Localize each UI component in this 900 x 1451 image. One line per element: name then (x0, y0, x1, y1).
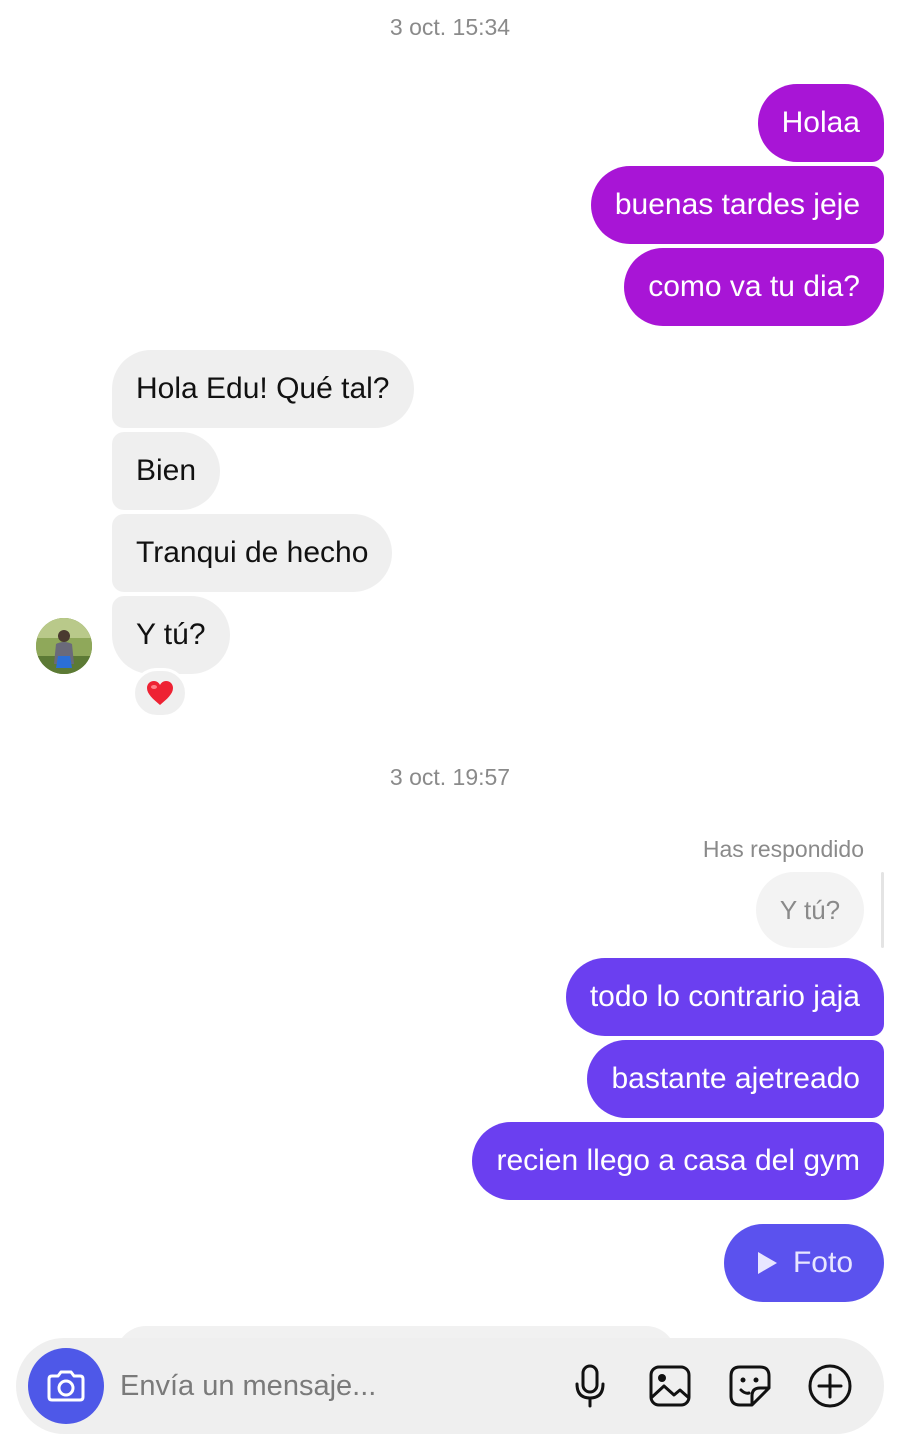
incoming-message[interactable]: Hola Edu! Qué tal? (112, 350, 414, 428)
avatar-image (36, 618, 92, 674)
outgoing-message[interactable]: Holaa (757, 84, 884, 162)
incoming-message[interactable]: Tranqui de hecho (112, 514, 393, 592)
photo-message-label: Foto (792, 1246, 854, 1279)
add-button[interactable] (806, 1362, 854, 1410)
camera-button[interactable] (28, 1348, 104, 1424)
outgoing-message[interactable]: todo lo contrario jaja (565, 958, 884, 1036)
sticker-button[interactable] (726, 1362, 774, 1410)
incoming-message[interactable]: Y tú? (112, 596, 230, 674)
gallery-icon (649, 1365, 691, 1407)
outgoing-message[interactable]: recien llego a casa del gym (472, 1122, 884, 1200)
outgoing-message[interactable]: buenas tardes jeje (590, 166, 884, 244)
message-input[interactable] (120, 1364, 540, 1408)
avatar[interactable] (36, 618, 92, 674)
camera-icon (47, 1370, 85, 1402)
message-composer (16, 1338, 884, 1434)
sticker-icon (729, 1365, 771, 1407)
outgoing-message[interactable]: como va tu dia? (624, 248, 884, 326)
microphone-button[interactable] (566, 1362, 614, 1410)
timestamp: 3 oct. 19:57 (389, 764, 511, 790)
play-icon (757, 1252, 777, 1274)
incoming-message[interactable]: Bien (112, 432, 221, 510)
timestamp: 3 oct. 15:34 (389, 14, 511, 40)
heart-reaction[interactable] (132, 668, 188, 718)
add-icon (808, 1364, 852, 1408)
outgoing-message[interactable]: bastante ajetreado (587, 1040, 884, 1118)
gallery-button[interactable] (646, 1362, 694, 1410)
reply-label: Has respondido (702, 836, 864, 862)
microphone-icon (575, 1364, 605, 1408)
photo-message[interactable]: Foto (724, 1224, 884, 1302)
replied-message[interactable]: Y tú? (756, 872, 864, 948)
heart-icon (147, 681, 173, 705)
reply-indicator (881, 872, 884, 948)
chat-screen: 3 oct. 15:34 Holaa buenas tardes jeje co… (0, 0, 900, 1451)
